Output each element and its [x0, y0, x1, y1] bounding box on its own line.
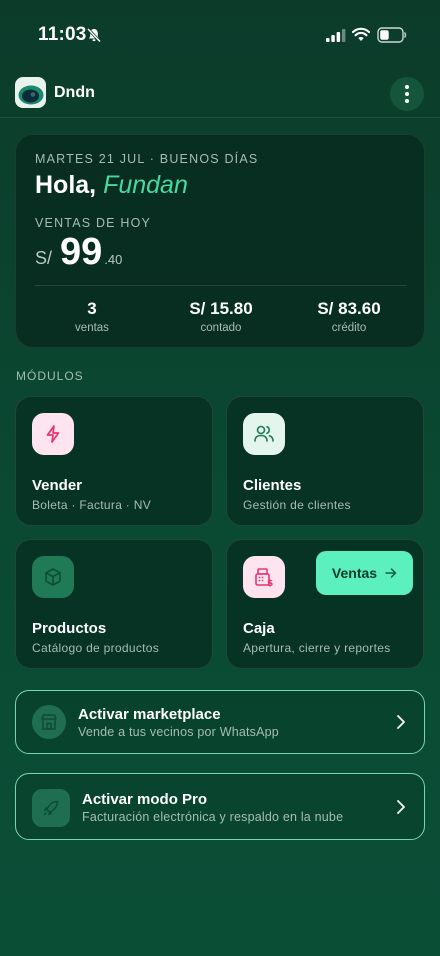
status-time: 11:03	[38, 24, 87, 45]
module-title: Vender	[32, 477, 83, 494]
summary-divider	[35, 285, 407, 286]
banner-title: Activar modo Pro	[82, 791, 208, 808]
store-icon	[32, 705, 66, 739]
arrow-right-icon	[385, 568, 397, 578]
stat-value: S/ 83.60	[317, 299, 381, 318]
more-vertical-icon	[405, 85, 409, 103]
module-caja[interactable]: $ Ventas Caja Apertura, cierre y reporte…	[226, 539, 424, 669]
module-productos[interactable]: Productos Catálogo de productos	[15, 539, 213, 669]
banner-title: Activar marketplace	[78, 706, 221, 723]
ventas-button-label: Ventas	[331, 565, 378, 581]
amount-integer: 99	[60, 231, 103, 273]
rocket-icon	[32, 789, 70, 827]
stat-sales-count: 3 ventas	[32, 299, 152, 334]
activate-marketplace-banner[interactable]: Activar marketplace Vende a tus vecinos …	[15, 690, 425, 754]
chevron-right-icon	[397, 715, 405, 729]
sales-today-label: VENTAS DE HOY	[35, 216, 152, 230]
stat-value: S/ 15.80	[189, 299, 253, 318]
user-name: Fundan	[103, 171, 188, 199]
activate-pro-banner[interactable]: Activar modo Pro Facturación electrónica…	[15, 773, 425, 840]
stat-cash: S/ 15.80 contado	[161, 299, 281, 334]
stat-label: ventas	[75, 322, 109, 334]
battery-icon	[377, 27, 407, 43]
cash-register-icon: $	[243, 556, 285, 598]
wifi-icon	[352, 27, 370, 41]
module-clientes[interactable]: Clientes Gestión de clientes	[226, 396, 424, 526]
more-menu-button[interactable]	[390, 77, 424, 111]
stat-credit: S/ 83.60 crédito	[289, 299, 409, 334]
module-subtitle: Boleta · Factura · NV	[32, 498, 152, 512]
modules-section-label: MÓDULOS	[16, 369, 84, 383]
ventas-button[interactable]: Ventas	[316, 551, 413, 595]
amount-decimal: .40	[104, 252, 123, 267]
stat-label: contado	[200, 322, 242, 334]
module-subtitle: Catálogo de productos	[32, 641, 160, 655]
chevron-right-icon	[397, 800, 405, 814]
banner-subtitle: Facturación electrónica y respaldo en la…	[82, 810, 344, 824]
module-title: Clientes	[243, 477, 302, 494]
stat-value: 3	[87, 299, 97, 318]
users-icon	[243, 413, 285, 455]
app-header: Dndn	[0, 72, 440, 118]
module-vender[interactable]: Vender Boleta · Factura · NV	[15, 396, 213, 526]
signal-icon	[326, 29, 346, 42]
eye-logo-icon	[18, 85, 44, 105]
module-title: Productos	[32, 620, 107, 637]
currency-symbol: S/	[35, 248, 53, 268]
box-icon	[32, 556, 74, 598]
app-logo	[15, 77, 46, 108]
status-bar: 11:03	[0, 0, 440, 60]
module-title: Caja	[243, 620, 275, 637]
app-name: Dndn	[54, 84, 95, 101]
module-subtitle: Apertura, cierre y reportes	[243, 641, 391, 655]
date-greeting-line: MARTES 21 JUL · BUENOS DÍAS	[35, 152, 259, 166]
lightning-icon	[32, 413, 74, 455]
svg-text:$: $	[267, 579, 273, 588]
greeting: Hola, Fundan	[35, 171, 188, 200]
module-subtitle: Gestión de clientes	[243, 498, 351, 512]
daily-summary-card: MARTES 21 JUL · BUENOS DÍAS Hola, Fundan…	[15, 134, 425, 348]
sales-today-amount: S/ 99 .40	[35, 231, 122, 275]
banner-subtitle: Vende a tus vecinos por WhatsApp	[78, 725, 279, 739]
stat-label: crédito	[331, 322, 367, 334]
bell-muted-icon	[86, 27, 102, 43]
greeting-text: Hola,	[35, 171, 97, 199]
